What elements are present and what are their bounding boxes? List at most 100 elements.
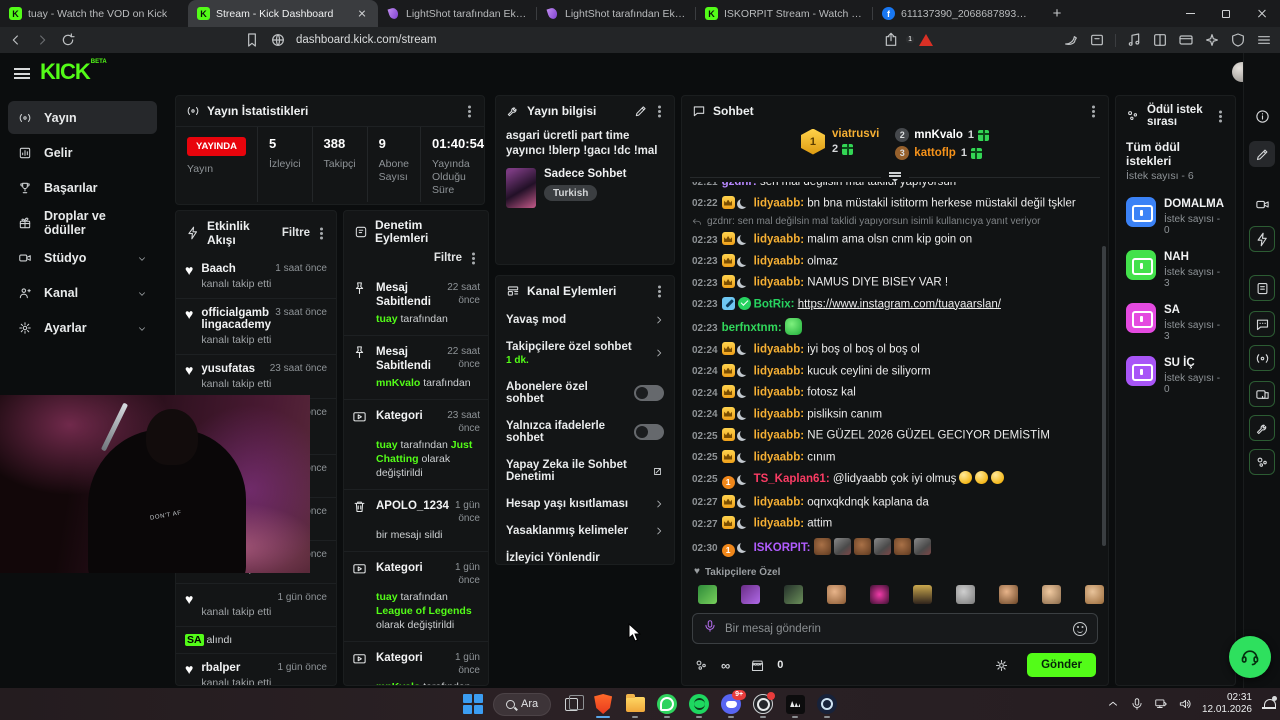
split-view-icon[interactable] bbox=[1152, 32, 1168, 48]
chat-message[interactable]: 02:251TS_Kaplan61 @lidyaabb çok iyi olmu… bbox=[692, 468, 1098, 492]
follower-emote[interactable] bbox=[870, 585, 889, 604]
action-emotes-only[interactable]: Yalnızca ifadelerle sohbet bbox=[496, 412, 674, 451]
chat-message[interactable]: 02:23lidyaabb NAMUS DIYE BISEY VAR ! bbox=[692, 272, 1098, 294]
follower-emote[interactable] bbox=[698, 585, 717, 604]
broadcast-tool-icon[interactable] bbox=[1249, 345, 1275, 371]
reward-item[interactable]: SA İstek sayısı - 3 bbox=[1116, 296, 1235, 349]
hamburger-menu-icon[interactable] bbox=[14, 68, 30, 79]
category-block[interactable]: Sadece Sohbet Turkish bbox=[496, 168, 674, 208]
task-view-button[interactable] bbox=[559, 692, 584, 716]
kebab-menu-icon[interactable] bbox=[320, 231, 323, 235]
tray-network-icon[interactable] bbox=[1154, 697, 1168, 711]
kebab-menu-icon[interactable] bbox=[658, 109, 661, 113]
spotify-app[interactable] bbox=[687, 692, 711, 718]
edit-pencil-icon[interactable] bbox=[634, 104, 648, 118]
support-chat-button[interactable] bbox=[1229, 636, 1271, 678]
archive-box-icon[interactable] bbox=[1089, 32, 1105, 48]
wallet-card-icon[interactable] bbox=[1178, 32, 1194, 48]
link-text[interactable]: https://www.instagram.com/tuayaarslan/ bbox=[798, 298, 1001, 310]
maximize-button[interactable] bbox=[1208, 0, 1244, 27]
scenes-tool-icon[interactable] bbox=[1249, 381, 1275, 407]
action-host[interactable]: İzleyici Yönlendir bbox=[496, 544, 674, 564]
sidebar-item-basarilar[interactable]: Başarılar bbox=[8, 171, 157, 204]
sidebar-item-droplar[interactable]: Droplar ve ödüller bbox=[8, 206, 157, 239]
emote-cluster-icon[interactable] bbox=[694, 658, 709, 673]
new-tab-button[interactable] bbox=[1045, 2, 1069, 26]
follower-emote[interactable] bbox=[1085, 585, 1104, 604]
notes-tool-icon[interactable] bbox=[1249, 275, 1275, 301]
chat-message[interactable]: 02:24lidyaabb fotosz kal bbox=[692, 382, 1098, 404]
tab-dashboard[interactable]: Stream - Kick Dashboard bbox=[188, 0, 378, 27]
chat-scrollbar[interactable] bbox=[1102, 246, 1106, 546]
follower-emote[interactable] bbox=[913, 585, 932, 604]
music-note-icon[interactable] bbox=[1126, 32, 1142, 48]
sidebar-item-studyo[interactable]: Stüdyo bbox=[8, 241, 157, 274]
chat-message[interactable]: 02:21gzdnr sen mal değilsin mal taklidi … bbox=[692, 182, 1098, 193]
tray-volume-icon[interactable] bbox=[1178, 697, 1192, 711]
minimize-button[interactable] bbox=[1172, 0, 1208, 27]
kebab-menu-icon[interactable] bbox=[468, 109, 471, 113]
tab-lightshot-2[interactable]: LightShot tarafından Ekran Görüntü bbox=[537, 0, 695, 27]
filter-button[interactable]: Filtre bbox=[282, 227, 310, 239]
gear-icon[interactable] bbox=[994, 658, 1009, 673]
filter-button[interactable]: Filtre bbox=[434, 252, 462, 264]
follower-emote[interactable] bbox=[741, 585, 760, 604]
explorer-app[interactable] bbox=[623, 692, 647, 718]
taskbar-clock[interactable]: 02:31 12.01.2026 bbox=[1202, 692, 1252, 716]
reward-item[interactable]: DOMALMA İstek sayısı - 0 bbox=[1116, 190, 1235, 243]
shield-outline-icon[interactable] bbox=[1230, 32, 1246, 48]
follower-emote[interactable] bbox=[956, 585, 975, 604]
follower-emote[interactable] bbox=[999, 585, 1018, 604]
chat-message[interactable]: 02:25lidyaabb cınım bbox=[692, 447, 1098, 469]
chat-message[interactable]: 02:30 1 ISKORPIT bbox=[692, 535, 1098, 561]
share-icon[interactable] bbox=[883, 32, 899, 48]
notification-bell-icon[interactable] bbox=[1262, 695, 1277, 711]
lightning-tool-icon[interactable] bbox=[1249, 226, 1275, 252]
reward-item[interactable]: SU İÇ İstek sayısı - 0 bbox=[1116, 349, 1235, 402]
chat-tool-icon[interactable] bbox=[1249, 311, 1275, 337]
taskbar-search[interactable]: Ara bbox=[493, 692, 552, 716]
kick-logo[interactable]: KICKBETA bbox=[40, 59, 107, 85]
tray-mic-icon[interactable] bbox=[1130, 697, 1144, 711]
close-tab-icon[interactable] bbox=[355, 7, 369, 21]
infinity-icon[interactable]: ∞ bbox=[721, 658, 730, 673]
kebab-menu-icon[interactable] bbox=[1219, 114, 1222, 118]
reload-icon[interactable] bbox=[60, 32, 76, 48]
tray-expand-icon[interactable] bbox=[1106, 697, 1120, 711]
back-icon[interactable] bbox=[8, 32, 24, 48]
microphone-icon[interactable] bbox=[703, 619, 717, 638]
tab-lightshot-1[interactable]: LightShot tarafından Ekran Görüntüs bbox=[378, 0, 536, 27]
info-icon[interactable] bbox=[1249, 103, 1275, 129]
sidebar-item-kanal[interactable]: Kanal bbox=[8, 276, 157, 309]
warning-triangle-icon[interactable] bbox=[919, 34, 933, 46]
action-banned-words[interactable]: Yasaklanmış kelimeler bbox=[496, 517, 674, 544]
send-button[interactable]: Gönder bbox=[1027, 653, 1096, 677]
start-button[interactable] bbox=[461, 692, 485, 716]
action-account-age[interactable]: Hesap yaşı kısıtlaması bbox=[496, 490, 674, 517]
chat-message[interactable]: 02:23lidyaabb malım ama olsn cnm kip goi… bbox=[692, 229, 1098, 251]
follower-emote[interactable] bbox=[1042, 585, 1061, 604]
brave-app[interactable] bbox=[591, 692, 615, 718]
sidebar-item-ayarlar[interactable]: Ayarlar bbox=[8, 311, 157, 344]
chat-message[interactable]: 02:25lidyaabb NE GÜZEL 2026 GÜZEL GECIYO… bbox=[692, 425, 1098, 447]
edit-pencil-icon[interactable] bbox=[1249, 141, 1275, 167]
sidebar-item-yayin[interactable]: Yayın bbox=[8, 101, 157, 134]
forward-icon[interactable] bbox=[34, 32, 50, 48]
toggle-off[interactable] bbox=[634, 423, 664, 440]
sparkle-icon[interactable] bbox=[1204, 32, 1220, 48]
chat-message[interactable]: 02:23BotRix https://www.instagram.com/tu… bbox=[692, 294, 1098, 316]
action-slow-mode[interactable]: Yavaş mod bbox=[496, 306, 674, 333]
storefront-icon[interactable] bbox=[750, 658, 765, 673]
camera-icon[interactable] bbox=[1249, 191, 1275, 217]
obs-app[interactable] bbox=[751, 692, 776, 718]
action-subs-only[interactable]: Abonelere özel sohbet bbox=[496, 373, 674, 412]
toggle-off[interactable] bbox=[634, 384, 664, 401]
discord-app[interactable]: 9+ bbox=[719, 690, 747, 718]
game-app[interactable] bbox=[783, 692, 807, 718]
site-info-icon[interactable] bbox=[270, 32, 286, 48]
bookmark-icon[interactable] bbox=[244, 32, 260, 48]
chat-message[interactable]: 02:23lidyaabb olmaz bbox=[692, 251, 1098, 273]
kebab-menu-icon[interactable] bbox=[472, 256, 475, 260]
follower-emote[interactable] bbox=[827, 585, 846, 604]
wrench-tool-icon[interactable] bbox=[1249, 415, 1275, 441]
